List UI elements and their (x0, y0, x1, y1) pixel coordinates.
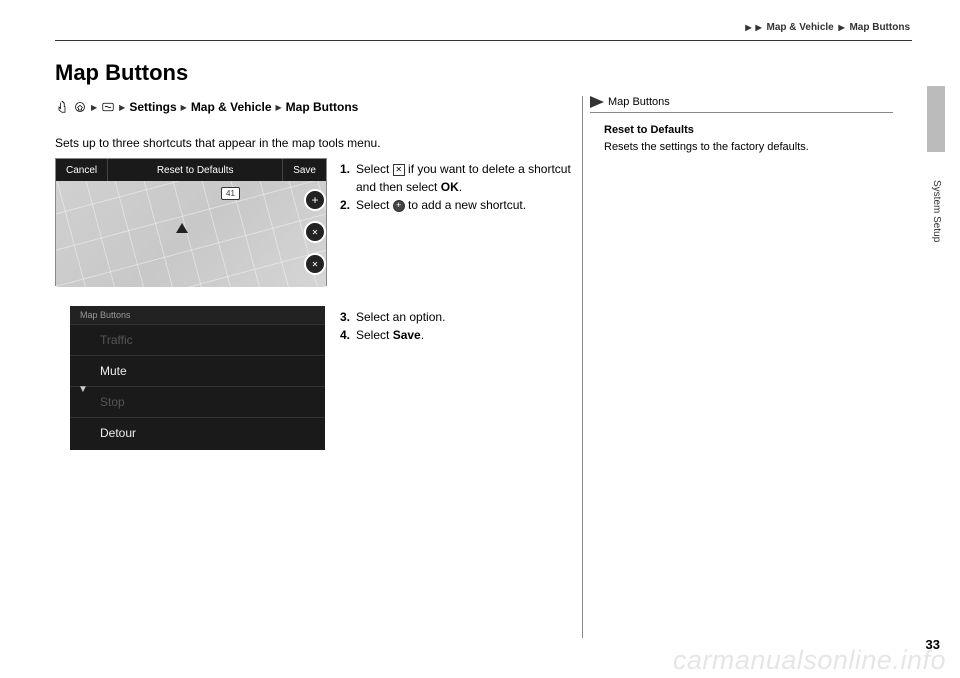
step-text-part: Select (356, 198, 393, 212)
step-text-part: Select (356, 328, 393, 342)
chevron-right-icon (276, 102, 282, 113)
step-4: 4. Select Save. (340, 326, 575, 344)
step-1: 1. Select ✕ if you want to delete a shor… (340, 160, 575, 196)
plus-circle-icon: + (393, 200, 405, 212)
step-text: Select Save. (356, 326, 575, 344)
step-number: 3. (340, 308, 352, 326)
sidebar-heading-text: Map Buttons (608, 96, 670, 108)
path-map-buttons: Map Buttons (286, 100, 359, 114)
divider-top (55, 40, 912, 41)
step-text-part: to add a new shortcut. (405, 198, 526, 212)
path-settings: Settings (129, 100, 176, 114)
screenshot-map: Cancel Reset to Defaults Save 41 + ✕ ✕ (55, 158, 327, 286)
screenshot-list: Map Buttons Traffic Mute Stop Detour ▼ (70, 306, 325, 450)
sidebar-subtitle: Reset to Defaults (604, 122, 894, 139)
chevron-right-icon (119, 102, 125, 113)
step-number: 1. (340, 160, 352, 196)
note-icon (590, 96, 604, 108)
step-text: Select ✕ if you want to delete a shortcu… (356, 160, 575, 196)
chevron-right-icon (181, 102, 187, 113)
shortcut-delete-button[interactable]: ✕ (304, 253, 326, 275)
reset-defaults-button[interactable]: Reset to Defaults (108, 159, 283, 181)
step-number: 4. (340, 326, 352, 344)
nav-path: Settings Map & Vehicle Map Buttons (55, 100, 358, 114)
list-item-traffic[interactable]: Traffic (70, 324, 325, 355)
route-badge: 41 (221, 187, 240, 200)
sidebar-divider (582, 96, 583, 638)
sidebar-underline (590, 112, 893, 113)
add-shortcut-button[interactable]: + (304, 189, 326, 211)
chevron-right-icon (839, 22, 845, 33)
delete-x-icon: ✕ (393, 164, 405, 176)
step-3: 3. Select an option. (340, 308, 575, 326)
step-text: Select + to add a new shortcut. (356, 196, 575, 214)
vehicle-cursor-icon (176, 223, 188, 233)
breadcrumb-level1: Map & Vehicle (766, 22, 833, 33)
list-item-stop[interactable]: Stop (70, 386, 325, 417)
step-text-part: . (459, 180, 462, 194)
watermark: carmanualsonline.info (673, 645, 946, 676)
step-text-part: . (421, 328, 424, 342)
breadcrumb-top: Map & Vehicle Map Buttons (743, 22, 910, 33)
section-label: System Setup (931, 180, 942, 242)
home-icon (73, 100, 87, 114)
thumb-tab (927, 86, 945, 152)
steps-block-2: 3. Select an option. 4. Select Save. (340, 308, 575, 344)
step-2: 2. Select + to add a new shortcut. (340, 196, 575, 214)
chevron-right-icon (756, 22, 762, 33)
shortcut-delete-button[interactable]: ✕ (304, 221, 326, 243)
step-number: 2. (340, 196, 352, 214)
sidebar-body: Reset to Defaults Resets the settings to… (604, 122, 894, 155)
sidebar-heading: Map Buttons (590, 96, 670, 108)
save-label: Save (393, 328, 421, 342)
cancel-button[interactable]: Cancel (56, 159, 108, 181)
ok-label: OK (441, 180, 459, 194)
path-map-vehicle: Map & Vehicle (191, 100, 272, 114)
list-header: Map Buttons (70, 306, 325, 324)
map-area: 41 + ✕ ✕ (56, 181, 326, 287)
hand-icon (55, 100, 69, 114)
breadcrumb-level2: Map Buttons (849, 22, 910, 33)
steps-block-1: 1. Select ✕ if you want to delete a shor… (340, 160, 575, 214)
list-item-mute[interactable]: Mute (70, 355, 325, 386)
page-title: Map Buttons (55, 60, 188, 86)
step-text-part: Select (356, 162, 393, 176)
scroll-down-icon[interactable]: ▼ (78, 384, 88, 395)
nav-icon (101, 100, 115, 114)
screenshot-topbar: Cancel Reset to Defaults Save (56, 159, 326, 181)
intro-text: Sets up to three shortcuts that appear i… (55, 136, 381, 150)
chevron-right-icon (745, 22, 751, 33)
list-item-detour[interactable]: Detour (70, 417, 325, 448)
chevron-right-icon (91, 102, 97, 113)
sidebar-desc: Resets the settings to the factory defau… (604, 139, 894, 156)
step-text: Select an option. (356, 308, 575, 326)
save-button[interactable]: Save (283, 159, 326, 181)
